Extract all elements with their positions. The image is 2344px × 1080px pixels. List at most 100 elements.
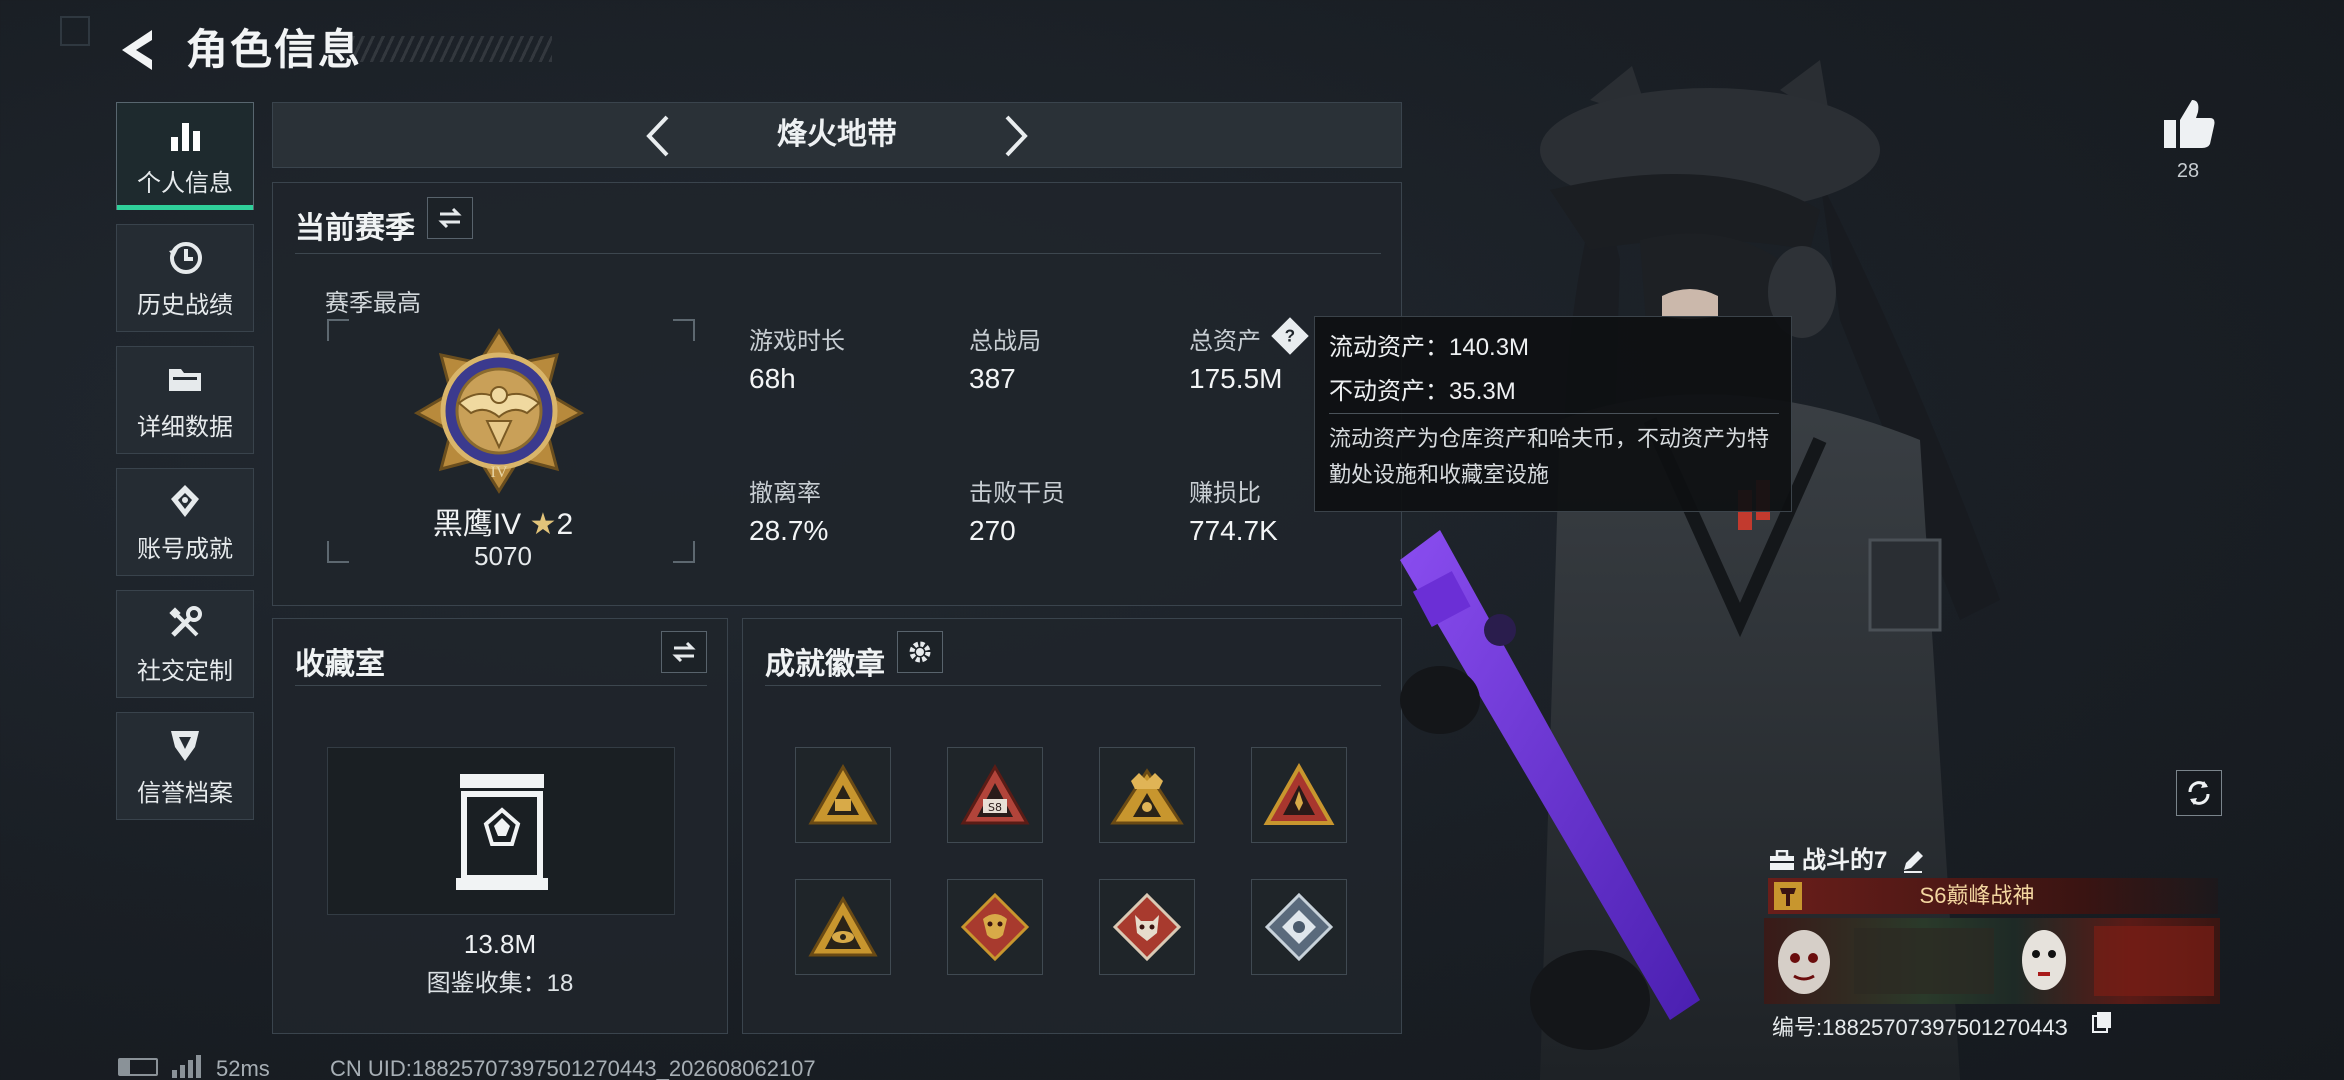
collection-panel: 收藏室 13.8M 图鉴收集：18 <box>272 618 728 1034</box>
stat-value: 175.5M <box>1189 363 1283 394</box>
red-triangle-badge-icon <box>1263 763 1335 825</box>
edit-pencil-icon[interactable] <box>1900 848 1926 874</box>
player-id: 编号:1882570739750127044З <box>1772 1015 2068 1040</box>
sidebar-item-account-achievements[interactable]: 账号成就 <box>116 468 254 576</box>
badge-settings-button[interactable] <box>897 631 943 673</box>
player-name: 战斗的7 <box>1802 847 1888 874</box>
display-case-icon <box>456 774 548 890</box>
frame-corner <box>327 541 349 563</box>
collection-title: 收藏室 <box>295 648 385 681</box>
stat-value: 270 <box>969 515 1016 546</box>
sidebar-item-label: 详细数据 <box>137 413 233 441</box>
sidebar-item-history[interactable]: 历史战绩 <box>116 224 254 332</box>
collection-room-preview[interactable] <box>327 747 675 915</box>
next-mode-button[interactable] <box>989 111 1039 161</box>
achievement-badge[interactable]: S8 <box>947 747 1043 843</box>
bar-chart-icon <box>171 122 200 151</box>
stat-label: 总战局 <box>969 328 1041 355</box>
help-icon-glyph: ? <box>1284 325 1296 346</box>
achievement-badge[interactable] <box>1251 747 1347 843</box>
back-arrow-icon <box>122 30 152 70</box>
sidebar-item-credit-profile[interactable]: 信誉档案 <box>116 712 254 820</box>
mode-title: 烽火地带 <box>777 118 897 151</box>
ping-value: 52ms <box>216 1056 270 1080</box>
chevron-right-icon <box>1005 115 1028 157</box>
achievement-badge[interactable] <box>795 747 891 843</box>
page-title: 角色信息 <box>186 26 363 73</box>
season-title: 当前赛季 <box>295 212 415 245</box>
back-button[interactable] <box>112 22 172 78</box>
black-hawk-rank-emblem-icon: IV <box>413 328 585 494</box>
frame-corner <box>673 541 695 563</box>
stat-label: 击败干员 <box>969 480 1065 507</box>
player-banner-image <box>1764 918 2220 1004</box>
divider <box>295 685 707 686</box>
stat-label: 游戏时长 <box>749 328 845 355</box>
assets-tooltip: 流动资产：140.3M 不动资产：35.3M 流动资产为仓库资产和哈夫币，不动资… <box>1314 316 1792 512</box>
swap-icon <box>672 641 696 663</box>
stat-value: 68h <box>749 363 796 394</box>
rank-name: 黑鹰IV <box>432 508 522 541</box>
achievement-badge[interactable] <box>947 879 1043 975</box>
rank-stars: 2 <box>556 508 574 541</box>
crown-triangle-badge-icon <box>1110 768 1184 825</box>
folder-icon <box>169 368 201 391</box>
rank-crest-icon <box>1774 882 1802 910</box>
sidebar-item-detail-data[interactable]: 详细数据 <box>116 346 254 454</box>
season-switch-button[interactable] <box>427 197 473 239</box>
player-title: S6巅峰战神 <box>1919 883 2035 908</box>
briefcase-icon <box>1770 850 1794 870</box>
achievement-badge[interactable] <box>1099 879 1195 975</box>
rank-name-row: 黑鹰IV ★2 <box>373 499 633 543</box>
silver-diamond-badge-icon <box>1264 892 1334 962</box>
achievements-title: 成就徽章 <box>765 648 885 681</box>
svg-text:S8: S8 <box>988 801 1002 814</box>
uid-text: CN UID:18825707397501270443_202608062107 <box>330 1056 816 1080</box>
horror-banner-art <box>1778 926 2214 996</box>
eye-triangle-badge-icon <box>808 895 878 957</box>
like-count: 28 <box>2176 160 2200 182</box>
achievement-badge[interactable] <box>1099 747 1195 843</box>
achievement-badge[interactable] <box>1251 879 1347 975</box>
achievement-badges-panel: 成就徽章 S8 <box>742 618 1402 1034</box>
sidebar-item-label: 个人信息 <box>137 169 233 197</box>
collection-value: 13.8M <box>463 929 537 959</box>
sidebar-item-personal-info[interactable]: 个人信息 <box>116 102 254 210</box>
sidebar-item-label: 账号成就 <box>137 535 233 563</box>
rotate-view-button[interactable] <box>2176 770 2222 816</box>
catalog-count: 图鉴收集：18 <box>426 970 574 997</box>
sidebar-item-label: 信誉档案 <box>137 779 233 807</box>
divider <box>295 253 1381 254</box>
triangle-badge-icon <box>808 763 878 825</box>
sidebar-item-social-custom[interactable]: 社交定制 <box>116 590 254 698</box>
rank-star-icon: ★ <box>529 508 557 541</box>
s8-triangle-badge-icon: S8 <box>960 763 1030 825</box>
mode-selector: 烽火地带 <box>272 102 1402 168</box>
tools-icon <box>169 605 202 637</box>
copy-icon[interactable] <box>2090 1010 2114 1034</box>
gear-icon <box>909 641 931 663</box>
refresh-icon <box>2188 781 2210 805</box>
credit-shield-icon <box>171 730 199 761</box>
assets-description: 流动资产为仓库资产和哈夫币，不动资产为特勤处设施和收藏室设施 <box>1329 426 1770 487</box>
fixed-assets: 不动资产：35.3M <box>1329 378 1516 405</box>
title-decoration <box>352 36 552 62</box>
player-name-row: 战斗的7 <box>1768 844 2218 878</box>
stat-value: 28.7% <box>749 515 829 546</box>
collection-switch-button[interactable] <box>661 631 707 673</box>
like-button[interactable] <box>2152 96 2224 156</box>
liquid-assets: 流动资产：140.3M <box>1329 334 1530 361</box>
stat-label: 总资产 <box>1189 328 1261 355</box>
achievement-badge[interactable] <box>795 879 891 975</box>
thumbs-up-icon <box>2164 100 2215 148</box>
history-clock-icon <box>169 241 202 274</box>
season-best-label: 赛季最高 <box>325 290 421 317</box>
sidebar-item-label: 社交定制 <box>137 657 233 685</box>
sidebar-item-label: 历史战绩 <box>137 291 233 319</box>
signal-icon <box>172 1055 201 1078</box>
season-panel: 当前赛季 赛季最高 IV 黑鹰IV ★2 5070 游戏时长 68h 总战局 3… <box>272 182 1402 606</box>
help-icon[interactable]: ? <box>1271 317 1309 355</box>
wolf-diamond-badge-icon <box>1112 892 1182 962</box>
frame-corner <box>327 319 349 341</box>
divider <box>765 685 1381 686</box>
